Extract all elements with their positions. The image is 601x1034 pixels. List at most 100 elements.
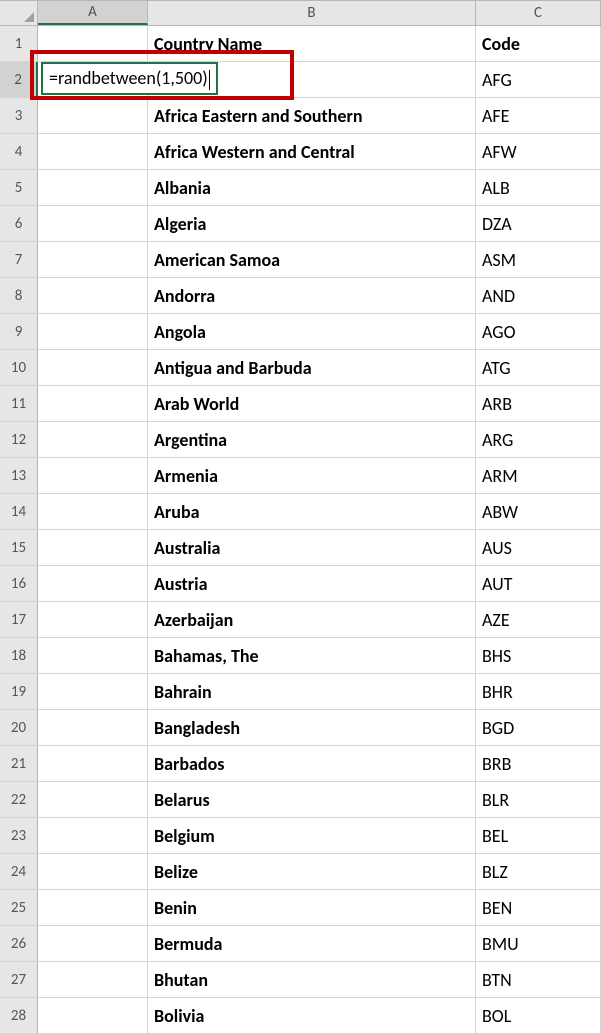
row-header-23[interactable]: 23: [0, 818, 38, 853]
column-header-c[interactable]: C: [476, 1, 601, 25]
cell-c27[interactable]: BTN: [476, 962, 601, 997]
cell-a7[interactable]: [38, 242, 148, 277]
cell-c24[interactable]: BLZ: [476, 854, 601, 889]
row-header-2[interactable]: 2: [0, 62, 38, 97]
cell-b17[interactable]: Azerbaijan: [148, 602, 476, 637]
cell-b7[interactable]: American Samoa: [148, 242, 476, 277]
cell-b25[interactable]: Benin: [148, 890, 476, 925]
cell-a14[interactable]: [38, 494, 148, 529]
row-header-22[interactable]: 22: [0, 782, 38, 817]
cell-c22[interactable]: BLR: [476, 782, 601, 817]
cell-b14[interactable]: Aruba: [148, 494, 476, 529]
cell-b4[interactable]: Africa Western and Central: [148, 134, 476, 169]
cell-b6[interactable]: Algeria: [148, 206, 476, 241]
row-header-27[interactable]: 27: [0, 962, 38, 997]
cell-b20[interactable]: Bangladesh: [148, 710, 476, 745]
column-header-a[interactable]: A: [38, 1, 148, 25]
cell-b15[interactable]: Australia: [148, 530, 476, 565]
cell-a4[interactable]: [38, 134, 148, 169]
cell-b27[interactable]: Bhutan: [148, 962, 476, 997]
cell-b9[interactable]: Angola: [148, 314, 476, 349]
cell-c16[interactable]: AUT: [476, 566, 601, 601]
cell-c12[interactable]: ARG: [476, 422, 601, 457]
cell-b23[interactable]: Belgium: [148, 818, 476, 853]
cell-a27[interactable]: [38, 962, 148, 997]
cell-b8[interactable]: Andorra: [148, 278, 476, 313]
cell-a20[interactable]: [38, 710, 148, 745]
cell-c9[interactable]: AGO: [476, 314, 601, 349]
cell-c26[interactable]: BMU: [476, 926, 601, 961]
cell-a17[interactable]: [38, 602, 148, 637]
cell-b26[interactable]: Bermuda: [148, 926, 476, 961]
row-header-5[interactable]: 5: [0, 170, 38, 205]
row-header-28[interactable]: 28: [0, 998, 38, 1033]
cell-c14[interactable]: ABW: [476, 494, 601, 529]
row-header-14[interactable]: 14: [0, 494, 38, 529]
cell-b1[interactable]: Country Name: [148, 26, 476, 61]
cell-b11[interactable]: Arab World: [148, 386, 476, 421]
row-header-24[interactable]: 24: [0, 854, 38, 889]
cell-a26[interactable]: [38, 926, 148, 961]
cell-c13[interactable]: ARM: [476, 458, 601, 493]
cell-a28[interactable]: [38, 998, 148, 1033]
cell-a19[interactable]: [38, 674, 148, 709]
row-header-8[interactable]: 8: [0, 278, 38, 313]
cell-a11[interactable]: [38, 386, 148, 421]
cell-b12[interactable]: Argentina: [148, 422, 476, 457]
cell-b21[interactable]: Barbados: [148, 746, 476, 781]
cell-a10[interactable]: [38, 350, 148, 385]
cell-c2[interactable]: AFG: [476, 62, 601, 97]
cell-b19[interactable]: Bahrain: [148, 674, 476, 709]
cell-b24[interactable]: Belize: [148, 854, 476, 889]
cell-a1[interactable]: [38, 26, 148, 61]
row-header-20[interactable]: 20: [0, 710, 38, 745]
row-header-16[interactable]: 16: [0, 566, 38, 601]
cell-a8[interactable]: [38, 278, 148, 313]
cell-b16[interactable]: Austria: [148, 566, 476, 601]
cell-a23[interactable]: [38, 818, 148, 853]
cell-a12[interactable]: [38, 422, 148, 457]
cell-a9[interactable]: [38, 314, 148, 349]
cell-c20[interactable]: BGD: [476, 710, 601, 745]
cell-c11[interactable]: ARB: [476, 386, 601, 421]
cell-c17[interactable]: AZE: [476, 602, 601, 637]
cell-a18[interactable]: [38, 638, 148, 673]
cell-c15[interactable]: AUS: [476, 530, 601, 565]
cell-c19[interactable]: BHR: [476, 674, 601, 709]
cell-a24[interactable]: [38, 854, 148, 889]
cell-c3[interactable]: AFE: [476, 98, 601, 133]
cell-a3[interactable]: [38, 98, 148, 133]
cell-a2-editing[interactable]: =randbetween(1,500): [41, 62, 218, 95]
cell-b5[interactable]: Albania: [148, 170, 476, 205]
row-header-25[interactable]: 25: [0, 890, 38, 925]
cell-b18[interactable]: Bahamas, The: [148, 638, 476, 673]
cell-c4[interactable]: AFW: [476, 134, 601, 169]
row-header-11[interactable]: 11: [0, 386, 38, 421]
cell-c21[interactable]: BRB: [476, 746, 601, 781]
cell-a13[interactable]: [38, 458, 148, 493]
cell-a22[interactable]: [38, 782, 148, 817]
row-header-18[interactable]: 18: [0, 638, 38, 673]
cell-a5[interactable]: [38, 170, 148, 205]
cell-a16[interactable]: [38, 566, 148, 601]
cell-c23[interactable]: BEL: [476, 818, 601, 853]
cell-b3[interactable]: Africa Eastern and Southern: [148, 98, 476, 133]
cell-c18[interactable]: BHS: [476, 638, 601, 673]
cell-c5[interactable]: ALB: [476, 170, 601, 205]
cell-c8[interactable]: AND: [476, 278, 601, 313]
row-header-17[interactable]: 17: [0, 602, 38, 637]
row-header-6[interactable]: 6: [0, 206, 38, 241]
cell-b10[interactable]: Antigua and Barbuda: [148, 350, 476, 385]
cell-c1[interactable]: Code: [476, 26, 601, 61]
cell-b13[interactable]: Armenia: [148, 458, 476, 493]
select-all-corner[interactable]: [0, 1, 38, 25]
row-header-15[interactable]: 15: [0, 530, 38, 565]
row-header-10[interactable]: 10: [0, 350, 38, 385]
cell-a21[interactable]: [38, 746, 148, 781]
row-header-4[interactable]: 4: [0, 134, 38, 169]
cell-a6[interactable]: [38, 206, 148, 241]
cell-b22[interactable]: Belarus: [148, 782, 476, 817]
cell-c7[interactable]: ASM: [476, 242, 601, 277]
row-header-12[interactable]: 12: [0, 422, 38, 457]
row-header-9[interactable]: 9: [0, 314, 38, 349]
